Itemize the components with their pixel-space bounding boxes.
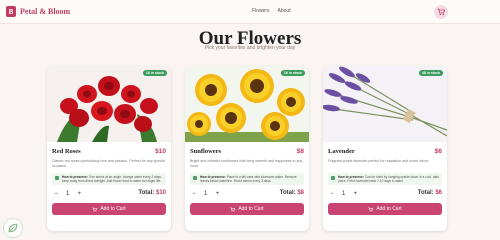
cart-icon — [368, 206, 374, 211]
product-card-sunflowers: 16 in stock Sunflowers $8 Bright and che… — [185, 66, 309, 231]
product-price: $6 — [434, 148, 442, 155]
product-description: Fragrant purple lavender perfect for rel… — [328, 159, 429, 163]
add-to-cart-button[interactable]: Add to Cart — [52, 203, 166, 215]
product-card-lavender: 48 in stock Lavender $6 Fragrant purple … — [323, 66, 447, 231]
cart-button[interactable] — [434, 5, 448, 19]
stock-badge: 16 in stock — [142, 70, 167, 76]
product-image-lavender — [323, 66, 447, 142]
total-price: Total: $8 — [280, 190, 304, 196]
page-subtitle: Pick your favorites and brighten your da… — [204, 45, 296, 51]
navbar: B Petal & Bloom Flowers About — [0, 0, 500, 24]
logo[interactable]: B Petal & Bloom — [6, 6, 70, 17]
add-to-cart-label: Add to Cart — [100, 206, 126, 212]
leaf-icon — [55, 176, 59, 180]
add-to-cart-button[interactable]: Add to Cart — [190, 203, 304, 215]
decrease-quantity-button[interactable]: − — [328, 190, 336, 198]
add-to-cart-label: Add to Cart — [238, 206, 264, 212]
increase-quantity-button[interactable]: + — [75, 190, 83, 198]
nav-link-flowers[interactable]: Flowers — [252, 8, 270, 14]
product-image-sunflowers — [185, 66, 309, 142]
total-price: Total: $6 — [418, 190, 442, 196]
logo-icon: B — [6, 6, 16, 17]
nav-link-about[interactable]: About — [278, 8, 291, 14]
floating-badge[interactable] — [3, 218, 23, 238]
quantity-value: 1 — [204, 191, 208, 197]
product-name: Sunflowers — [190, 148, 222, 155]
product-image-red-roses — [47, 66, 171, 142]
quantity-value: 1 — [66, 191, 70, 197]
total-value: $6 — [435, 190, 442, 196]
product-description: Classic red roses symbolizing love and p… — [52, 159, 165, 168]
total-label: Total: — [279, 190, 296, 196]
increase-quantity-button[interactable]: + — [213, 190, 221, 198]
total-label: Total: — [138, 190, 155, 196]
cart-icon — [437, 8, 445, 16]
product-name: Red Roses — [52, 148, 81, 155]
total-value: $8 — [297, 190, 304, 196]
care-tip: How to preserve: Can be dried by hanging… — [328, 173, 442, 185]
nav-links: Flowers About — [252, 8, 291, 14]
brand-name: Petal & Bloom — [20, 7, 71, 16]
stock-badge: 48 in stock — [418, 70, 443, 76]
total-value: $10 — [155, 190, 166, 196]
leaf-icon — [331, 176, 335, 180]
increase-quantity-button[interactable]: + — [351, 190, 359, 198]
leaf-icon — [8, 223, 18, 233]
stock-badge: 16 in stock — [280, 70, 305, 76]
product-card-red-roses: 16 in stock Red Roses $10 Classic red ro… — [47, 66, 171, 231]
decrease-quantity-button[interactable]: − — [52, 190, 60, 198]
cart-icon — [230, 206, 236, 211]
quantity-stepper: − 1 + — [328, 190, 359, 198]
quantity-value: 1 — [342, 191, 346, 197]
add-to-cart-button[interactable]: Add to Cart — [328, 203, 442, 215]
decrease-quantity-button[interactable]: − — [190, 190, 198, 198]
add-to-cart-label: Add to Cart — [376, 206, 402, 212]
product-price: $8 — [296, 148, 304, 155]
product-price: $10 — [155, 148, 166, 155]
total-label: Total: — [417, 190, 434, 196]
product-description: Bright and cheerful sunflowers that brin… — [190, 159, 303, 168]
cart-icon — [92, 206, 98, 211]
care-tip: How to preserve: Place in a tall vase wi… — [190, 173, 304, 185]
product-name: Lavender — [328, 148, 355, 155]
leaf-icon — [193, 176, 197, 180]
quantity-stepper: − 1 + — [190, 190, 221, 198]
total-price: Total: $10 — [138, 190, 166, 196]
quantity-stepper: − 1 + — [52, 190, 83, 198]
care-tip: How to preserve: Trim stems at an angle,… — [52, 173, 166, 185]
